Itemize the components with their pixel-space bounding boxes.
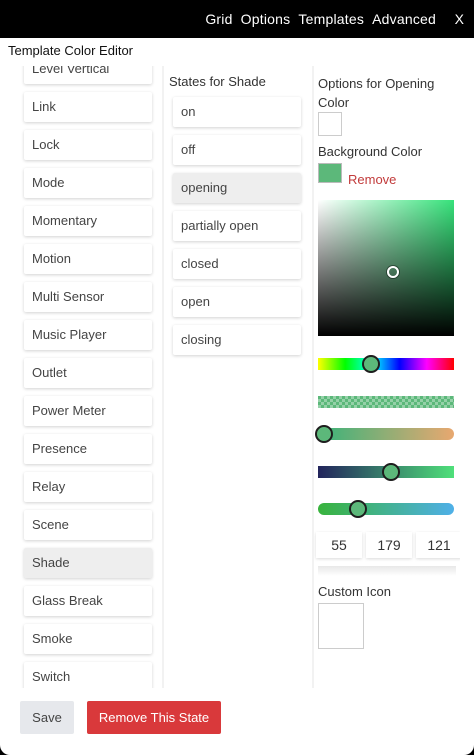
template-item[interactable]: Outlet [24,358,152,388]
options-heading: Options for Opening Color [318,76,435,110]
blue-slider[interactable] [318,500,454,518]
template-item[interactable]: Momentary [24,206,152,236]
template-item[interactable]: Mode [24,168,152,198]
state-item-selected[interactable]: opening [173,173,301,203]
state-item[interactable]: off [173,135,301,165]
nav-options[interactable]: Options [241,11,291,27]
template-item[interactable]: Level Vertical [24,66,152,84]
top-bar: Grid Options Templates Advanced X [0,0,474,38]
options-column: Options for Opening Color Background Col… [314,66,460,688]
states-heading: States for Shade [169,74,266,89]
template-item[interactable]: Relay [24,472,152,502]
template-item[interactable]: Power Meter [24,396,152,426]
red-slider[interactable] [315,425,454,443]
template-item[interactable]: Glass Break [24,586,152,616]
template-color-editor-panel: Template Color Editor Level Vertical Lin… [0,38,474,755]
blue-value-input[interactable]: 121 [416,532,460,558]
editor-frame: Level Vertical Link Lock Mode Momentary … [14,66,460,688]
state-item[interactable]: closing [173,325,301,355]
state-item[interactable]: on [173,97,301,127]
red-value-input[interactable]: 55 [316,532,362,558]
alpha-slider[interactable] [318,396,454,408]
red-slider-handle[interactable] [315,425,333,443]
green-slider-handle[interactable] [382,463,400,481]
green-value-input[interactable]: 179 [366,532,412,558]
close-icon[interactable]: X [455,11,464,27]
background-color-swatch[interactable] [318,163,342,183]
picker-cursor[interactable] [387,266,399,278]
template-item[interactable]: Smoke [24,624,152,654]
saturation-value-picker[interactable] [318,200,454,336]
color-swatch[interactable] [318,112,342,136]
states-column: States for Shade on off opening partiall… [164,66,312,688]
template-item[interactable]: Music Player [24,320,152,350]
template-item[interactable]: Multi Sensor [24,282,152,312]
panel-title: Template Color Editor [8,43,133,58]
template-item[interactable]: Link [24,92,152,122]
background-color-label: Background Color [318,144,423,159]
custom-icon-picker[interactable] [318,603,364,649]
state-item[interactable]: closed [173,249,301,279]
hue-slider-handle[interactable] [362,355,380,373]
state-item[interactable]: partially open [173,211,301,241]
custom-icon-label: Custom Icon [318,584,391,599]
template-item[interactable]: Lock [24,130,152,160]
green-slider[interactable] [318,463,454,481]
nav-advanced[interactable]: Advanced [372,11,436,27]
template-item-selected[interactable]: Shade [24,548,152,578]
nav-templates[interactable]: Templates [298,11,364,27]
hue-slider[interactable] [318,355,454,373]
top-nav: Grid Options Templates Advanced [201,11,436,27]
divider [318,566,456,576]
template-item[interactable]: Scene [24,510,152,540]
template-list[interactable]: Level Vertical Link Lock Mode Momentary … [14,66,162,688]
template-item[interactable]: Presence [24,434,152,464]
state-item[interactable]: open [173,287,301,317]
remove-state-button[interactable]: Remove This State [87,701,221,734]
blue-slider-handle[interactable] [349,500,367,518]
save-button[interactable]: Save [20,701,74,734]
template-item[interactable]: Motion [24,244,152,274]
nav-grid[interactable]: Grid [205,11,232,27]
template-item[interactable]: Switch [24,662,152,688]
remove-background-link[interactable]: Remove [348,172,396,187]
